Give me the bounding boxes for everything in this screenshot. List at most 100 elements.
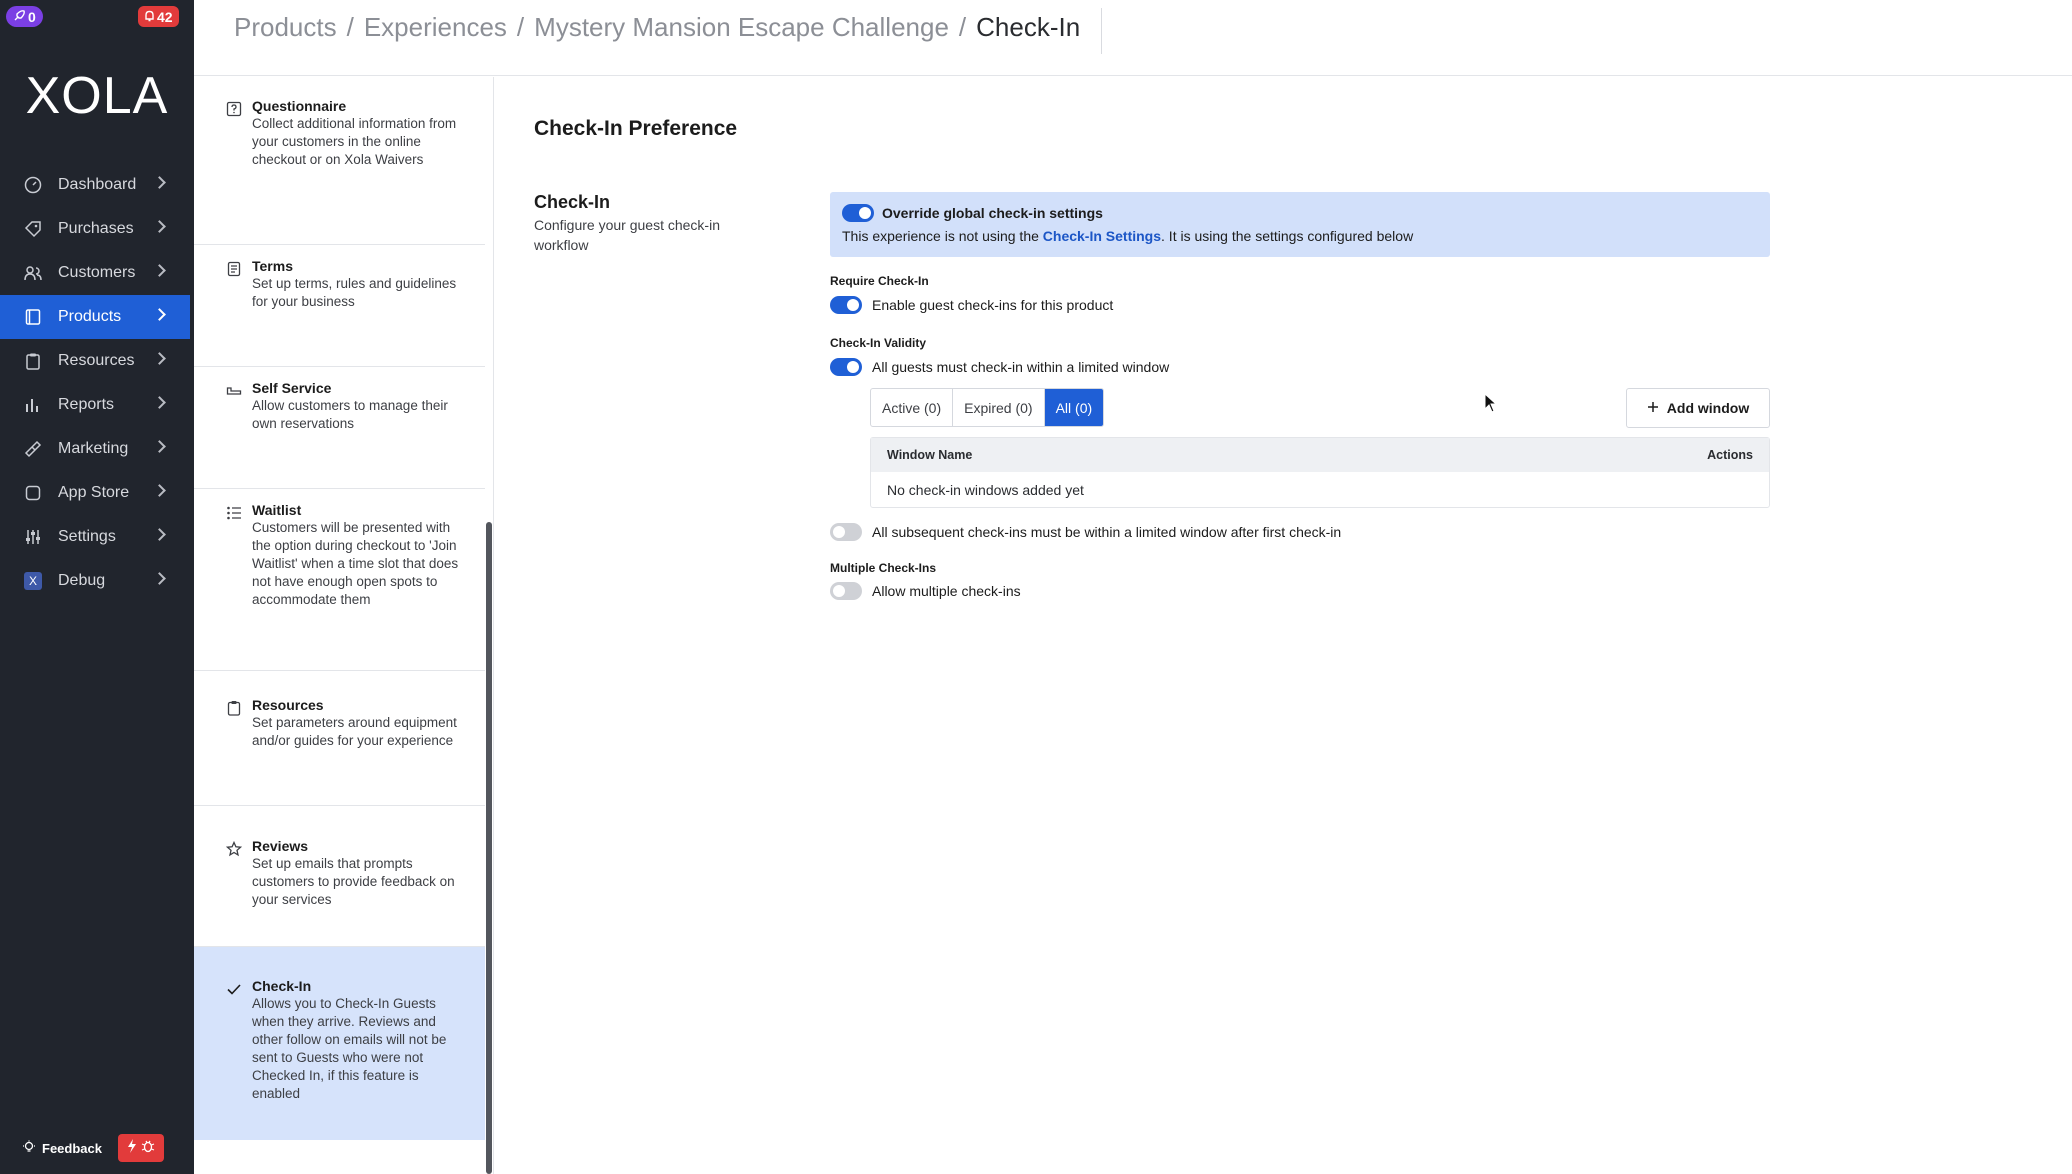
nav-label: Resources (58, 352, 135, 369)
multiple-check-ins-label: Multiple Check-Ins (830, 561, 937, 575)
check-in-validity-text: All guests must check-in within a limite… (872, 359, 1170, 375)
subnav-desc: Set up terms, rules and guidelines for y… (252, 276, 457, 309)
nav-label: Purchases (58, 220, 134, 237)
breadcrumb-current: Check-In (976, 12, 1081, 42)
chevron-right-icon (153, 220, 166, 233)
subnav-desc: Collect additional information from your… (252, 116, 457, 167)
override-description: This experience is not using the Check-I… (842, 228, 1413, 244)
nav-label: Reports (58, 396, 115, 413)
notification-badge[interactable]: 0 (6, 6, 43, 27)
chevron-right-icon (153, 176, 166, 189)
chevron-right-icon (153, 440, 166, 453)
nav-label: App Store (58, 484, 130, 501)
page-header: Products / Experiences / Mystery Mansion… (194, 0, 2072, 76)
subnav-title: Reviews (252, 838, 309, 854)
feedback-button[interactable]: Feedback (18, 1135, 110, 1161)
check-in-validity-toggle[interactable] (830, 358, 862, 376)
column-window-name: Window Name (887, 448, 973, 462)
subnav-scrollbar[interactable] (486, 522, 492, 1174)
megaphone-icon (24, 440, 42, 458)
subnav-item-check-in[interactable]: Check-In Allows you to Check-In Guests w… (194, 947, 485, 1140)
subnav-title: Terms (252, 258, 293, 274)
nav-item-customers[interactable]: Customers (0, 251, 190, 295)
subnav-item-waitlist[interactable]: Waitlist Customers will be presented wit… (194, 501, 485, 671)
nav-item-purchases[interactable]: Purchases (0, 207, 190, 251)
nav-item-dashboard[interactable]: Dashboard (0, 163, 190, 207)
multiple-check-ins-toggle[interactable] (830, 582, 862, 600)
subnav-desc: Allow customers to manage their own rese… (252, 398, 448, 431)
nav-item-app-store[interactable]: App Store (0, 471, 190, 515)
chevron-right-icon (153, 528, 166, 541)
dashboard-icon (24, 176, 42, 194)
nav-item-marketing[interactable]: Marketing (0, 427, 190, 471)
chevron-right-icon (153, 572, 166, 585)
xola-logo[interactable]: XOLA (0, 66, 194, 126)
require-check-in-text: Enable guest check-ins for this product (872, 297, 1114, 313)
clipboard-icon (24, 352, 42, 370)
sliders-icon (24, 528, 42, 546)
breadcrumb-experience-name[interactable]: Mystery Mansion Escape Challenge (534, 12, 949, 43)
question-icon (226, 101, 242, 117)
subnav-title: Resources (252, 697, 324, 713)
page-title: Check-In Preference (534, 117, 738, 140)
multiple-check-ins-row: Allow multiple check-ins (830, 582, 1021, 600)
app-store-icon (24, 484, 42, 502)
nav-label: Customers (58, 264, 136, 281)
require-check-in-toggle[interactable] (830, 296, 862, 314)
plus-icon (1647, 400, 1659, 416)
chevron-right-icon (153, 264, 166, 277)
check-in-windows-table: Window Name Actions No check-in windows … (870, 437, 1770, 508)
override-settings-banner: Override global check-in settings This e… (830, 192, 1770, 257)
nav-item-debug[interactable]: X Debug (0, 559, 190, 603)
override-text-before: This experience is not using the (842, 228, 1043, 244)
tab-active[interactable]: Active (0) (871, 389, 954, 426)
nav-item-reports[interactable]: Reports (0, 383, 190, 427)
breadcrumb-products[interactable]: Products (234, 12, 337, 43)
section-title: Check-In (534, 192, 611, 212)
tab-all[interactable]: All (0) (1044, 389, 1104, 426)
subnav-item-reviews[interactable]: Reviews Set up emails that prompts custo… (194, 837, 485, 947)
report-bug-button[interactable] (117, 1134, 164, 1162)
main-nav: Dashboard Purchases Customers Products R… (0, 163, 190, 603)
rocket-icon (13, 9, 25, 25)
chevron-right-icon (153, 484, 166, 497)
section-description: Configure your guest check-in workflow (534, 217, 720, 253)
bell-icon (144, 9, 155, 25)
feedback-label: Feedback (42, 1140, 102, 1156)
nav-label: Dashboard (58, 176, 137, 193)
subnav-item-questionnaire[interactable]: Questionnaire Collect additional informa… (194, 97, 485, 245)
column-actions: Actions (1707, 448, 1753, 462)
chevron-right-icon (153, 396, 166, 409)
subnav-desc: Set up emails that prompts customers to … (252, 856, 455, 907)
subnav-item-terms[interactable]: Terms Set up terms, rules and guidelines… (194, 257, 485, 367)
chevron-right-icon (153, 308, 166, 321)
subnav-title: Check-In (252, 978, 312, 994)
tab-expired[interactable]: Expired (0) (953, 389, 1045, 426)
tag-icon (24, 220, 42, 238)
subnav-item-self-service[interactable]: Self Service Allow customers to manage t… (194, 379, 485, 489)
subnav-item-resources[interactable]: Resources Set parameters around equipmen… (194, 696, 485, 806)
breadcrumb-separator: / (516, 12, 525, 42)
x-icon: X (24, 572, 42, 590)
breadcrumb-separator: / (958, 12, 967, 42)
nav-item-resources[interactable]: Resources (0, 339, 190, 383)
subnav-desc: Allows you to Check-In Guests when they … (252, 996, 447, 1101)
subnav-desc: Customers will be presented with the opt… (252, 520, 459, 607)
subsequent-check-ins-toggle[interactable] (830, 523, 862, 541)
list-icon (226, 505, 242, 521)
require-check-in-label: Require Check-In (830, 274, 929, 288)
alerts-badge[interactable]: 42 (138, 6, 179, 27)
nav-item-products[interactable]: Products (0, 295, 190, 339)
check-in-validity-label: Check-In Validity (830, 336, 927, 350)
breadcrumb-experiences[interactable]: Experiences (364, 12, 507, 43)
check-in-settings-link[interactable]: Check-In Settings (1043, 228, 1161, 244)
nav-item-settings[interactable]: Settings (0, 515, 190, 559)
add-window-button[interactable]: Add window (1626, 388, 1770, 428)
bolt-icon (127, 1138, 137, 1158)
breadcrumb-separator: / (346, 12, 354, 42)
alerts-count: 42 (157, 8, 173, 25)
override-toggle[interactable] (842, 204, 874, 222)
book-icon (24, 308, 42, 326)
self-service-icon (226, 383, 242, 399)
window-filter-tabs: Active (0) Expired (0) All (0) (870, 388, 1105, 427)
